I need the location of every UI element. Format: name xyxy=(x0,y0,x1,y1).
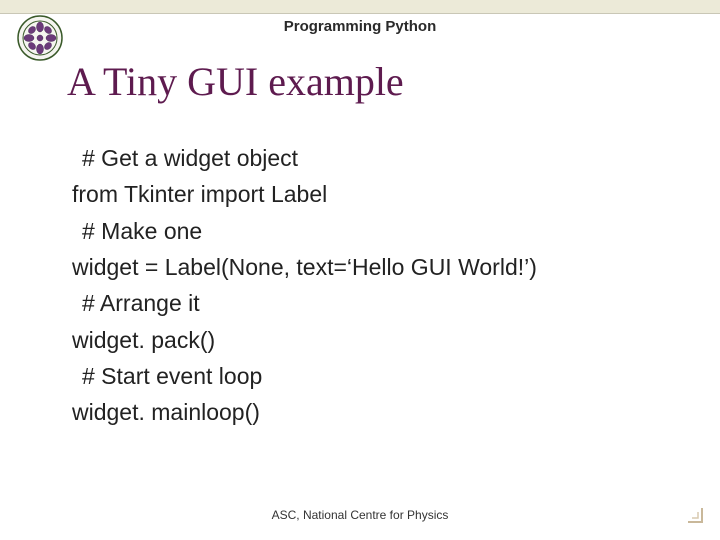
corner-accent-icon xyxy=(684,504,706,526)
code-line: # Arrange it xyxy=(72,285,680,321)
code-line: widget = Label(None, text=‘Hello GUI Wor… xyxy=(72,249,680,285)
header-title: Programming Python xyxy=(0,18,720,35)
code-line: # Get a widget object xyxy=(72,140,680,176)
code-line: from Tkinter import Label xyxy=(72,176,680,212)
top-bar xyxy=(0,0,720,14)
code-line: widget. mainloop() xyxy=(72,394,680,430)
footer-text: ASC, National Centre for Physics xyxy=(0,508,720,522)
code-block: # Get a widget object from Tkinter impor… xyxy=(72,140,680,431)
code-line: # Make one xyxy=(72,213,680,249)
code-line: # Start event loop xyxy=(72,358,680,394)
slide-title: A Tiny GUI example xyxy=(67,58,404,105)
code-line: widget. pack() xyxy=(72,322,680,358)
